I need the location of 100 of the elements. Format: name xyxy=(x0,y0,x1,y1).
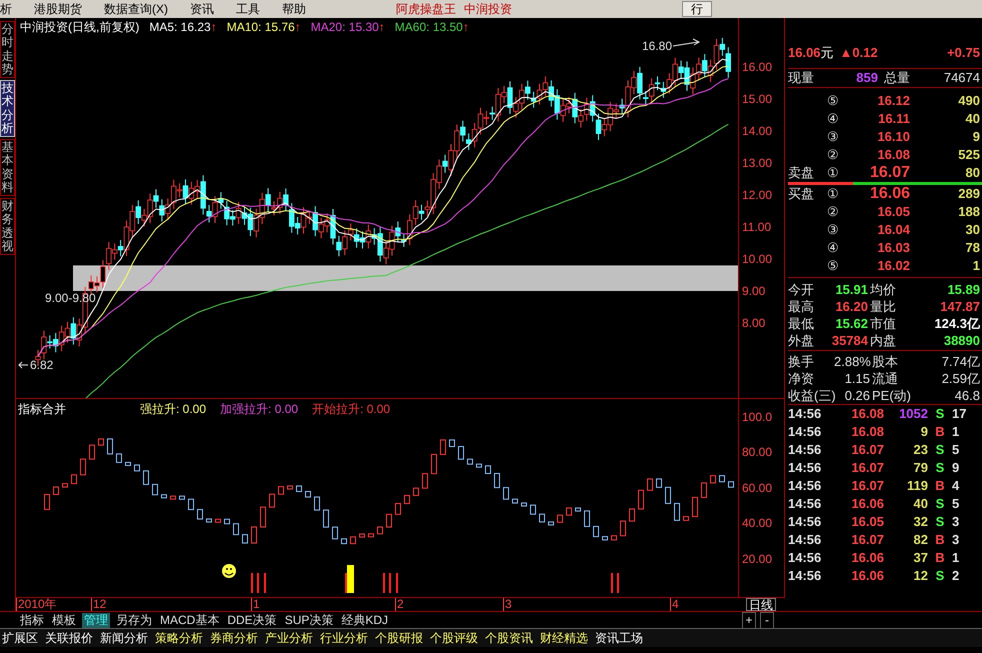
price-axis-label: 13.00 xyxy=(741,155,772,172)
info-tab[interactable]: 个股评级 xyxy=(430,630,478,646)
field-label: 流通 xyxy=(872,370,899,386)
tick-time: 14:56 xyxy=(788,405,822,424)
up-arrow-label: ↑ xyxy=(378,19,385,36)
order-level: ② xyxy=(826,146,840,164)
side-tab[interactable]: 财务透视 xyxy=(0,198,15,255)
tick-price: 16.07 xyxy=(850,441,884,460)
order-level: ③ xyxy=(826,128,840,146)
tick-volume: 40 xyxy=(912,495,928,514)
info-tab[interactable]: 关联报价 xyxy=(45,630,93,646)
field-value: 124.3亿 xyxy=(933,315,981,331)
order-level: ① xyxy=(826,164,840,182)
arrow-icon xyxy=(18,362,28,368)
order-price: 16.04 xyxy=(876,221,910,240)
menu-item[interactable]: 资讯 xyxy=(190,0,214,18)
order-level: ② xyxy=(826,203,840,222)
info-tab[interactable]: 新闻分析 xyxy=(100,630,148,646)
order-volume: 78 xyxy=(966,239,981,258)
field-value: 16.20 xyxy=(834,298,869,314)
indicator-axis-label: 80.00 xyxy=(741,444,772,462)
price-axis-label: 8.00 xyxy=(741,315,766,332)
tick-price: 16.06 xyxy=(850,549,884,568)
chart-title: 中润投资(日线,前复权) xyxy=(20,19,140,36)
field-label: 净资 xyxy=(788,370,815,386)
tick-side: B xyxy=(934,549,946,568)
side-tab[interactable]: 分时走势 xyxy=(0,21,15,78)
tick-price: 16.08 xyxy=(850,423,884,442)
indicator-value: 加强拉升: 0.00 xyxy=(220,400,298,418)
date-axis-label: 2 xyxy=(395,598,404,611)
price-axis-label: 9.00 xyxy=(741,283,766,300)
info-tab[interactable]: 个股资讯 xyxy=(485,630,533,646)
menu-item[interactable]: 数据查询(X) xyxy=(104,0,168,18)
order-level: ③ xyxy=(826,221,840,240)
field-label: 股本 xyxy=(872,353,899,369)
field-value: 38890 xyxy=(942,332,981,348)
tick-volume: 23 xyxy=(912,441,928,460)
field-label: 最低 xyxy=(788,315,815,331)
template-tab[interactable]: 经典KDJ xyxy=(339,612,390,628)
tick-price: 16.07 xyxy=(850,459,884,478)
tick-time: 14:56 xyxy=(788,567,822,586)
order-volume: 30 xyxy=(966,221,981,240)
field-label: 均价 xyxy=(870,281,897,297)
info-tab[interactable]: 扩展区 xyxy=(2,630,38,646)
template-tab[interactable]: 另存为 xyxy=(114,612,154,628)
info-tab[interactable]: 券商分析 xyxy=(210,630,258,646)
date-axis-label: 4 xyxy=(670,598,679,611)
order-volume: 490 xyxy=(958,92,981,110)
date-axis-label: 1 xyxy=(251,598,260,611)
template-tab[interactable]: MACD基本 xyxy=(158,612,222,628)
template-tab[interactable]: DDE决策 xyxy=(225,612,279,628)
info-tab[interactable]: 财经精选 xyxy=(540,630,588,646)
moving-average-label: MA20: 15.30 xyxy=(310,19,379,36)
order-volume: 525 xyxy=(958,146,981,164)
up-arrow-label: ↑ xyxy=(210,19,217,36)
menu-item[interactable]: 工具 xyxy=(236,0,260,18)
side-tab[interactable]: 技术分析 xyxy=(0,80,15,137)
order-price: 16.10 xyxy=(876,128,910,146)
template-tab[interactable]: 管理 xyxy=(82,612,110,628)
menu-item[interactable]: 港股期货 xyxy=(34,0,82,18)
order-price: 16.05 xyxy=(876,203,910,222)
tick-side: S xyxy=(934,495,946,514)
up-arrow-label: ↑ xyxy=(294,19,301,36)
period-label[interactable]: 日线 xyxy=(746,598,776,611)
quote-button[interactable]: 行 xyxy=(682,1,712,17)
field-value: 2.59亿 xyxy=(940,370,981,386)
template-tab[interactable]: 指标 xyxy=(18,612,46,628)
template-tab[interactable]: SUP决策 xyxy=(282,612,336,628)
high-price-label: 16.80 xyxy=(642,39,672,53)
order-level: ⑤ xyxy=(826,92,840,110)
tick-volume: 9 xyxy=(920,423,928,442)
field-label: 今开 xyxy=(788,281,815,297)
tick-count: 3 xyxy=(952,531,960,550)
field-value: 859 xyxy=(855,69,878,88)
field-value: 1.15 xyxy=(844,370,871,386)
indicator-axis-label: 20.00 xyxy=(741,550,772,568)
field-label: 市值 xyxy=(870,315,897,331)
price-axis-label: 11.00 xyxy=(741,219,772,236)
percent-change: +0.75 xyxy=(947,44,981,62)
tick-count: 5 xyxy=(952,495,960,514)
order-volume: 1 xyxy=(972,257,981,276)
info-tab[interactable]: 个股研报 xyxy=(375,630,423,646)
field-value: 15.62 xyxy=(834,315,869,331)
side-tab[interactable]: 基本资料 xyxy=(0,139,15,196)
order-price: 16.03 xyxy=(876,239,910,258)
template-tab[interactable]: 模板 xyxy=(50,612,78,628)
date-axis-label: 2010年 xyxy=(16,598,57,611)
order-level: ④ xyxy=(826,110,840,128)
menu-item[interactable]: 帮助 xyxy=(282,0,306,18)
menu-item[interactable]: 析 xyxy=(0,0,12,18)
order-price: 16.12 xyxy=(876,92,910,110)
field-value: 74674 xyxy=(944,69,981,88)
info-tab[interactable]: 行业分析 xyxy=(320,630,368,646)
up-arrow-label: ↑ xyxy=(462,19,469,36)
order-price: 16.02 xyxy=(876,257,910,276)
info-tab[interactable]: 资讯工场 xyxy=(595,630,643,646)
tick-time: 14:56 xyxy=(788,531,822,550)
info-tab[interactable]: 产业分析 xyxy=(265,630,313,646)
info-tab[interactable]: 策略分析 xyxy=(155,630,203,646)
field-label: 内盘 xyxy=(870,332,897,348)
